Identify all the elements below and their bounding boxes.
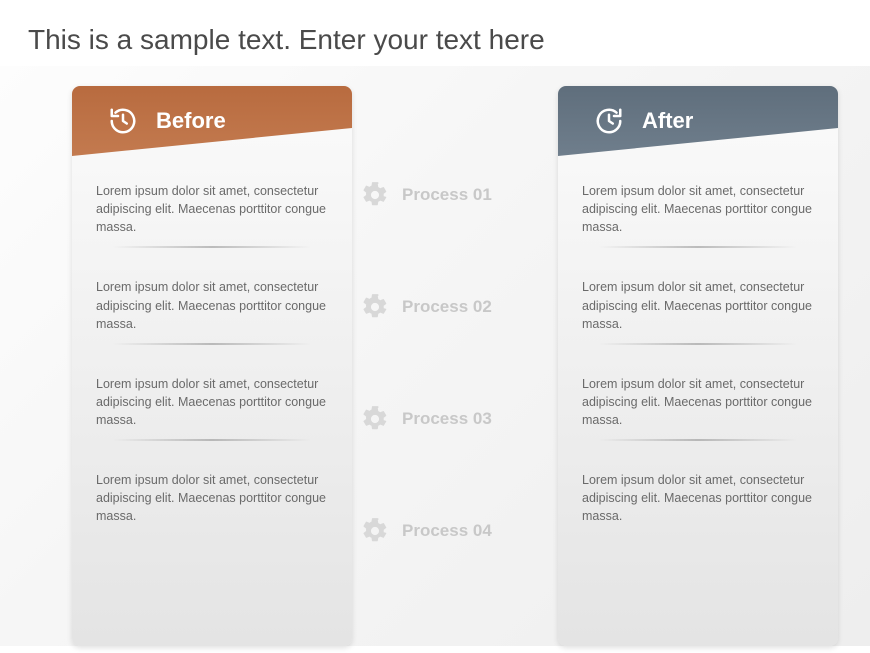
before-panel: Before Lorem ipsum dolor sit amet, conse… bbox=[72, 86, 352, 646]
after-item-text: Lorem ipsum dolor sit amet, consectetur … bbox=[582, 375, 814, 429]
divider bbox=[598, 343, 798, 345]
process-row: Process 02 bbox=[360, 288, 550, 326]
before-item-text: Lorem ipsum dolor sit amet, consectetur … bbox=[96, 278, 328, 332]
before-header: Before bbox=[72, 86, 352, 156]
after-item-text: Lorem ipsum dolor sit amet, consectetur … bbox=[582, 182, 814, 236]
divider bbox=[112, 343, 312, 345]
process-label: Process 02 bbox=[402, 297, 492, 317]
divider bbox=[112, 246, 312, 248]
gear-icon bbox=[360, 292, 390, 322]
process-row: Process 03 bbox=[360, 400, 550, 438]
gear-icon bbox=[360, 516, 390, 546]
before-label: Before bbox=[156, 108, 226, 134]
page-title: This is a sample text. Enter your text h… bbox=[0, 0, 870, 66]
divider bbox=[598, 246, 798, 248]
list-item: Lorem ipsum dolor sit amet, consectetur … bbox=[582, 359, 814, 455]
history-icon bbox=[106, 104, 140, 138]
process-row: Process 01 bbox=[360, 176, 550, 214]
clock-forward-icon bbox=[592, 104, 626, 138]
before-body: Lorem ipsum dolor sit amet, consectetur … bbox=[72, 156, 352, 560]
after-header: After bbox=[558, 86, 838, 156]
process-label: Process 01 bbox=[402, 185, 492, 205]
list-item: Lorem ipsum dolor sit amet, consectetur … bbox=[96, 166, 328, 262]
divider bbox=[598, 439, 798, 441]
after-item-text: Lorem ipsum dolor sit amet, consectetur … bbox=[582, 278, 814, 332]
list-item: Lorem ipsum dolor sit amet, consectetur … bbox=[96, 262, 328, 358]
before-item-text: Lorem ipsum dolor sit amet, consectetur … bbox=[96, 375, 328, 429]
after-label: After bbox=[642, 108, 693, 134]
process-column: Process 01 Process 02 Process 03 Process… bbox=[360, 176, 550, 550]
divider bbox=[112, 439, 312, 441]
list-item: Lorem ipsum dolor sit amet, consectetur … bbox=[582, 262, 814, 358]
process-row: Process 04 bbox=[360, 512, 550, 550]
diagram-stage: Before Lorem ipsum dolor sit amet, conse… bbox=[0, 66, 870, 646]
after-panel: After Lorem ipsum dolor sit amet, consec… bbox=[558, 86, 838, 646]
list-item: Lorem ipsum dolor sit amet, consectetur … bbox=[96, 359, 328, 455]
list-item: Lorem ipsum dolor sit amet, consectetur … bbox=[582, 455, 814, 539]
list-item: Lorem ipsum dolor sit amet, consectetur … bbox=[582, 166, 814, 262]
before-item-text: Lorem ipsum dolor sit amet, consectetur … bbox=[96, 182, 328, 236]
gear-icon bbox=[360, 180, 390, 210]
list-item: Lorem ipsum dolor sit amet, consectetur … bbox=[96, 455, 328, 539]
gear-icon bbox=[360, 404, 390, 434]
process-label: Process 04 bbox=[402, 521, 492, 541]
before-item-text: Lorem ipsum dolor sit amet, consectetur … bbox=[96, 471, 328, 525]
process-label: Process 03 bbox=[402, 409, 492, 429]
after-body: Lorem ipsum dolor sit amet, consectetur … bbox=[558, 156, 838, 560]
after-item-text: Lorem ipsum dolor sit amet, consectetur … bbox=[582, 471, 814, 525]
